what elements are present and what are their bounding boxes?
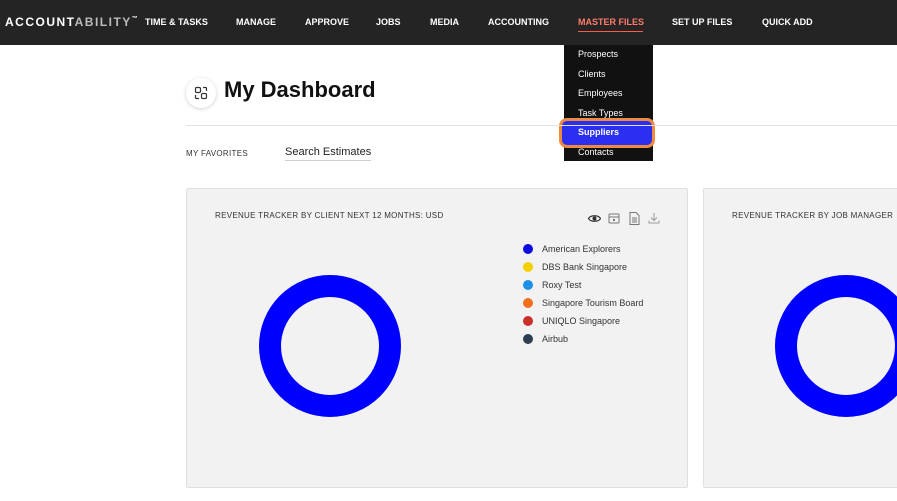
eye-icon[interactable]: [587, 211, 601, 225]
legend-color-dot: [523, 316, 533, 326]
nav-manage[interactable]: MANAGE: [236, 17, 276, 27]
revenue-by-client-card: REVENUE TRACKER BY CLIENT NEXT 12 MONTHS…: [186, 188, 688, 488]
nav-active-underline: [578, 31, 643, 32]
card-toolbar: [587, 211, 661, 225]
nav-approve[interactable]: APPROVE: [305, 17, 349, 27]
legend-color-dot: [523, 280, 533, 290]
nav-accounting[interactable]: ACCOUNTING: [488, 17, 549, 27]
legend-color-dot: [523, 334, 533, 344]
nav-media[interactable]: MEDIA: [430, 17, 459, 27]
favorite-link-search-estimates[interactable]: Search Estimates: [285, 146, 372, 161]
revenue-by-client-donut-chart: [259, 275, 401, 417]
dropdown-item-prospects[interactable]: Prospects: [578, 49, 618, 59]
legend-label: UNIQLO Singapore: [542, 316, 621, 326]
legend-label: Roxy Test: [542, 280, 582, 290]
dashboard-icon: [186, 78, 216, 108]
page-title: My Dashboard: [224, 77, 376, 102]
card-title: REVENUE TRACKER BY JOB MANAGER: [732, 211, 894, 220]
legend-label: Singapore Tourism Board: [542, 298, 644, 308]
legend-color-dot: [523, 298, 533, 308]
dropdown-item-employees[interactable]: Employees: [578, 88, 623, 98]
nav-jobs[interactable]: JOBS: [376, 17, 401, 27]
top-navigation-bar: ACCOUNTABILITY™ TIME & TASKS MANAGE APPR…: [0, 0, 897, 45]
header-divider: [186, 125, 897, 126]
legend-label: American Explorers: [542, 244, 621, 254]
app-logo[interactable]: ACCOUNTABILITY™: [5, 15, 138, 29]
dropdown-item-task-types[interactable]: Task Types: [578, 108, 623, 118]
revenue-by-job-manager-donut-chart: [775, 275, 897, 417]
card-title: REVENUE TRACKER BY CLIENT NEXT 12 MONTHS…: [215, 211, 444, 220]
legend-color-dot: [523, 262, 533, 272]
nav-time-tasks[interactable]: TIME & TASKS: [145, 17, 208, 27]
legend-item[interactable]: American Explorers: [523, 240, 643, 258]
legend-item[interactable]: Roxy Test: [523, 276, 643, 294]
legend-item[interactable]: UNIQLO Singapore: [523, 312, 643, 330]
download-icon[interactable]: [647, 211, 661, 225]
legend-label: Airbub: [542, 334, 569, 344]
logo-text-light: ABILITY: [74, 15, 132, 29]
logo-trademark: ™: [131, 16, 138, 22]
legend-item[interactable]: DBS Bank Singapore: [523, 258, 643, 276]
document-icon[interactable]: [627, 211, 641, 225]
revenue-by-job-manager-card: REVENUE TRACKER BY JOB MANAGER: [703, 188, 897, 488]
calendar-icon[interactable]: [607, 211, 621, 225]
legend-item[interactable]: Airbub: [523, 330, 643, 348]
nav-quick-add[interactable]: QUICK ADD: [762, 17, 813, 27]
donut-slice[interactable]: [259, 275, 401, 417]
legend-label: DBS Bank Singapore: [542, 262, 628, 272]
donut-slice[interactable]: [775, 275, 897, 417]
nav-master-files[interactable]: MASTER FILES: [578, 17, 644, 27]
chart-legend: American Explorers DBS Bank Singapore Roxy…: [523, 240, 643, 348]
nav-set-up-files[interactable]: SET UP FILES: [672, 17, 732, 27]
legend-color-dot: [523, 244, 533, 254]
dropdown-item-contacts[interactable]: Contacts: [578, 147, 614, 157]
legend-item[interactable]: Singapore Tourism Board: [523, 294, 643, 312]
dropdown-item-clients[interactable]: Clients: [578, 69, 606, 79]
dropdown-item-suppliers[interactable]: Suppliers: [578, 127, 619, 137]
logo-text-bold: ACCOUNT: [5, 15, 75, 29]
favorites-label: MY FAVORITES: [186, 149, 248, 158]
